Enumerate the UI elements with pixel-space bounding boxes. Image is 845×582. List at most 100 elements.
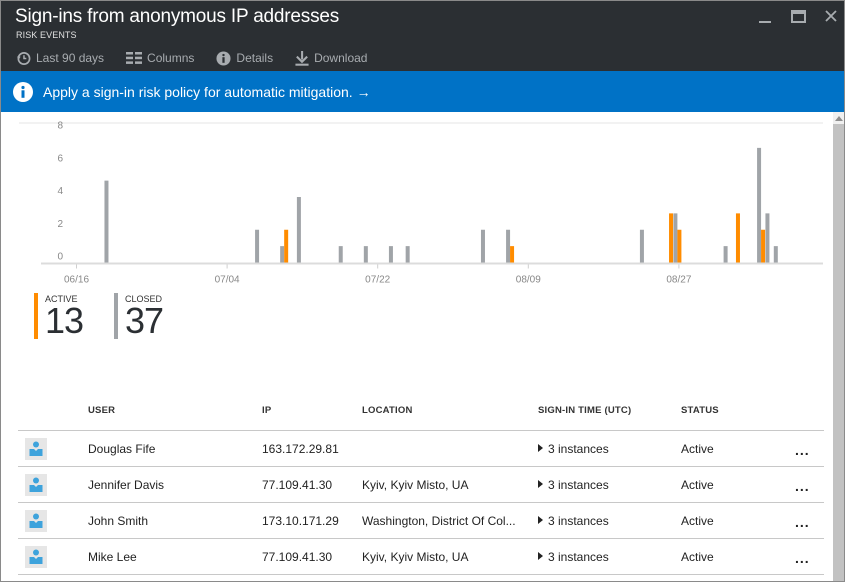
scroll-up-arrow-icon[interactable] [835,116,843,121]
bar-closed [723,246,728,263]
y-tick-label: 4 [57,186,63,197]
cell-location: Kyiv, Kyiv Misto, UA [362,478,469,492]
last-90-days-button[interactable]: Last 90 days [16,51,104,66]
blade-content: 0 2 4 6 8 06/16 07/04 07/22 08/09 08/27 ACTIVE 13… [1,112,833,581]
table-row[interactable]: Mike Lee 77.109.41.30 Kyiv, Kyiv Misto, … [18,539,824,575]
cell-signin-time[interactable]: 3 instances [538,514,609,528]
cell-status: Active [681,478,714,492]
table-row-partial[interactable] [18,575,824,581]
maximize-icon [791,10,806,23]
details-button[interactable]: Details [216,50,274,66]
cell-ip: 163.172.29.81 [262,442,339,456]
bar-closed [506,229,511,263]
cell-status: Active [681,442,714,456]
cell-signin-time[interactable]: 3 instances [538,442,609,456]
bar-active [510,246,515,263]
user-icon [29,477,43,492]
cell-ip: 173.10.171.29 [262,514,339,528]
bar-closed [639,229,644,263]
cell-user: Mike Lee [88,550,137,564]
more-actions-icon[interactable]: ... [795,478,810,494]
toolbar: Last 90 days Columns Details Download [16,49,389,67]
bar-active [677,229,682,263]
minimize-button[interactable] [756,9,774,25]
bar-closed [104,180,109,263]
bar-active [669,213,674,263]
column-header-location[interactable]: LOCATION [362,405,413,416]
blade-header: Sign-ins from anonymous IP addresses RIS… [1,1,844,71]
columns-button[interactable]: Columns [126,51,194,65]
cell-ip: 77.109.41.30 [262,478,333,492]
expand-caret-icon [538,516,543,524]
risk-events-chart: 0 2 4 6 8 06/16 07/04 07/22 08/09 08/27 [19,121,823,286]
cell-location: Kyiv, Kyiv Misto, UA [362,550,469,564]
more-actions-icon[interactable]: ... [795,514,810,530]
table-row[interactable]: Jennifer Davis 77.109.41.30 Kyiv, Kyiv M… [18,467,824,503]
bar-closed [773,246,778,263]
bar-closed [280,246,285,263]
risk-events-table: USER IP LOCATION SIGN-IN TIME (UTC) STAT… [18,394,824,581]
bar-closed [255,229,260,263]
risk-policy-banner[interactable]: Apply a sign-in risk policy for automati… [1,71,844,112]
bar-closed [296,197,301,263]
user-avatar [25,474,47,496]
more-actions-icon[interactable]: ... [795,442,810,458]
x-tick-label: 08/09 [516,275,541,286]
columns-icon [126,52,143,64]
bar-closed [405,246,410,263]
active-count: 13 [45,300,84,341]
closed-count-tile[interactable]: CLOSED 37 [114,293,164,341]
download-button[interactable]: Download [295,50,368,66]
signin-instances: 3 instances [548,478,609,492]
info-icon [13,81,33,102]
expand-caret-icon [538,444,543,452]
details-label: Details [236,51,274,65]
cell-status: Active [681,514,714,528]
expand-caret-icon [538,480,543,488]
y-tick-label: 8 [57,121,63,132]
user-icon [29,549,43,564]
x-tick-label: 07/04 [215,275,240,286]
user-avatar [25,546,47,568]
column-header-signin-time[interactable]: SIGN-IN TIME (UTC) [538,405,631,416]
y-tick-label: 6 [57,153,63,164]
download-label: Download [314,51,368,65]
bar-active [284,229,289,263]
column-header-status[interactable]: STATUS [681,405,719,416]
close-icon [825,10,837,22]
x-tick-label: 08/27 [666,275,691,286]
closed-count: 37 [125,300,164,341]
cell-ip: 77.109.41.30 [262,550,333,564]
active-count-tile[interactable]: ACTIVE 13 [34,293,84,341]
table-row[interactable]: Douglas Fife 163.172.29.81 3 instances A… [18,431,824,467]
signin-instances: 3 instances [548,442,609,456]
bar-active [735,213,740,263]
cell-signin-time[interactable]: 3 instances [538,478,609,492]
maximize-button[interactable] [790,9,808,25]
bar-active [761,229,766,263]
y-tick-label: 2 [57,219,63,230]
bar-closed [765,213,770,263]
cell-user: John Smith [88,514,149,528]
close-button[interactable] [823,9,841,25]
cell-status: Active [681,550,714,564]
column-header-user[interactable]: USER [88,405,115,416]
vertical-scrollbar[interactable] [833,112,844,581]
user-icon [29,441,43,456]
bar-closed [757,147,762,263]
blade-subtitle: RISK EVENTS [16,30,77,40]
x-tick-label: 07/22 [365,275,390,286]
user-icon [29,513,43,528]
scrollbar-thumb[interactable] [833,124,844,581]
cell-location: Washington, District Of Col... [362,514,516,528]
last-90-days-label: Last 90 days [36,51,105,65]
table-row[interactable]: John Smith 173.10.171.29 Washington, Dis… [18,503,824,539]
bar-closed [480,229,485,263]
history-clock-icon [16,51,31,65]
cell-signin-time[interactable]: 3 instances [538,550,609,564]
bar-closed [673,213,678,263]
signin-instances: 3 instances [548,514,609,528]
more-actions-icon[interactable]: ... [795,550,810,566]
column-header-ip[interactable]: IP [262,405,271,416]
bar-closed [338,246,343,263]
